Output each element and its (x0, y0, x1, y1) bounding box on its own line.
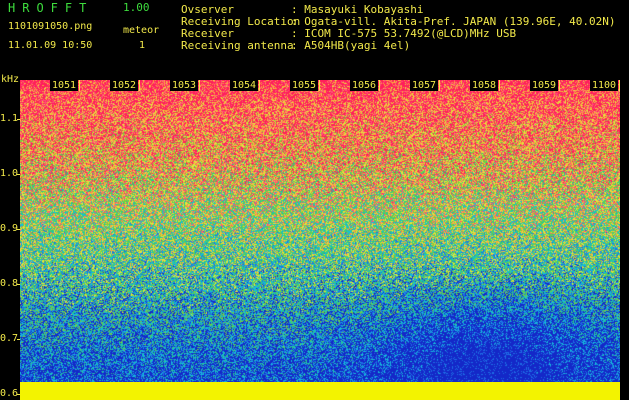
y-tick-mark (17, 394, 20, 396)
y-tick-label: 0.8 (0, 278, 19, 290)
x-tick-mark (439, 80, 440, 91)
antenna-value: : A504HB(yagi 4el) (291, 39, 411, 52)
meteor-count: 1 (139, 40, 146, 51)
y-tick-mark (17, 118, 20, 120)
spectrogram-canvas (20, 80, 620, 398)
x-tick-label: 1055 (290, 80, 319, 91)
x-tick-label: 1054 (230, 80, 259, 91)
x-tick-mark (319, 80, 320, 91)
x-tick-mark (559, 80, 560, 91)
x-tick-label: 1053 (170, 80, 199, 91)
app-version: 1.00 (123, 1, 150, 14)
x-tick-label: 1100 (590, 80, 619, 91)
spectrogram-plot (20, 80, 620, 398)
x-tick-mark (259, 80, 260, 91)
x-tick-label: 1059 (530, 80, 559, 91)
y-tick-mark (17, 228, 20, 230)
x-tick-label: 1056 (350, 80, 379, 91)
x-tick-label: 1057 (410, 80, 439, 91)
x-tick-mark (499, 80, 500, 91)
x-tick-mark (619, 80, 620, 91)
y-tick-label: 0.6 (0, 388, 19, 400)
x-tick-mark (79, 80, 80, 91)
y-tick-mark (17, 284, 20, 286)
x-tick-label: 1058 (470, 80, 499, 91)
app-title: HROFFT (8, 1, 94, 15)
y-tick-label: 0.7 (0, 333, 19, 345)
y-tick-mark (17, 173, 20, 175)
antenna-label: Receiving antenna (181, 39, 294, 52)
x-tick-mark (139, 80, 140, 91)
y-tick-label: 1.1 (0, 112, 19, 124)
y-tick-mark (17, 339, 20, 341)
x-tick-label: 1052 (110, 80, 139, 91)
y-axis-unit: kHz (1, 74, 20, 85)
x-tick-mark (199, 80, 200, 91)
x-tick-mark (379, 80, 380, 91)
header-panel: HROFFT 1.00 1101091050.png meteor 11.01.… (0, 0, 629, 78)
datetime-label: 11.01.09 10:50 (8, 40, 93, 51)
filename-label: 1101091050.png (8, 21, 93, 32)
y-tick-label: 1.0 (0, 167, 19, 179)
x-tick-label: 1051 (50, 80, 79, 91)
baseline-band (20, 382, 620, 400)
meteor-label: meteor (123, 25, 160, 36)
y-tick-label: 0.9 (0, 222, 19, 234)
